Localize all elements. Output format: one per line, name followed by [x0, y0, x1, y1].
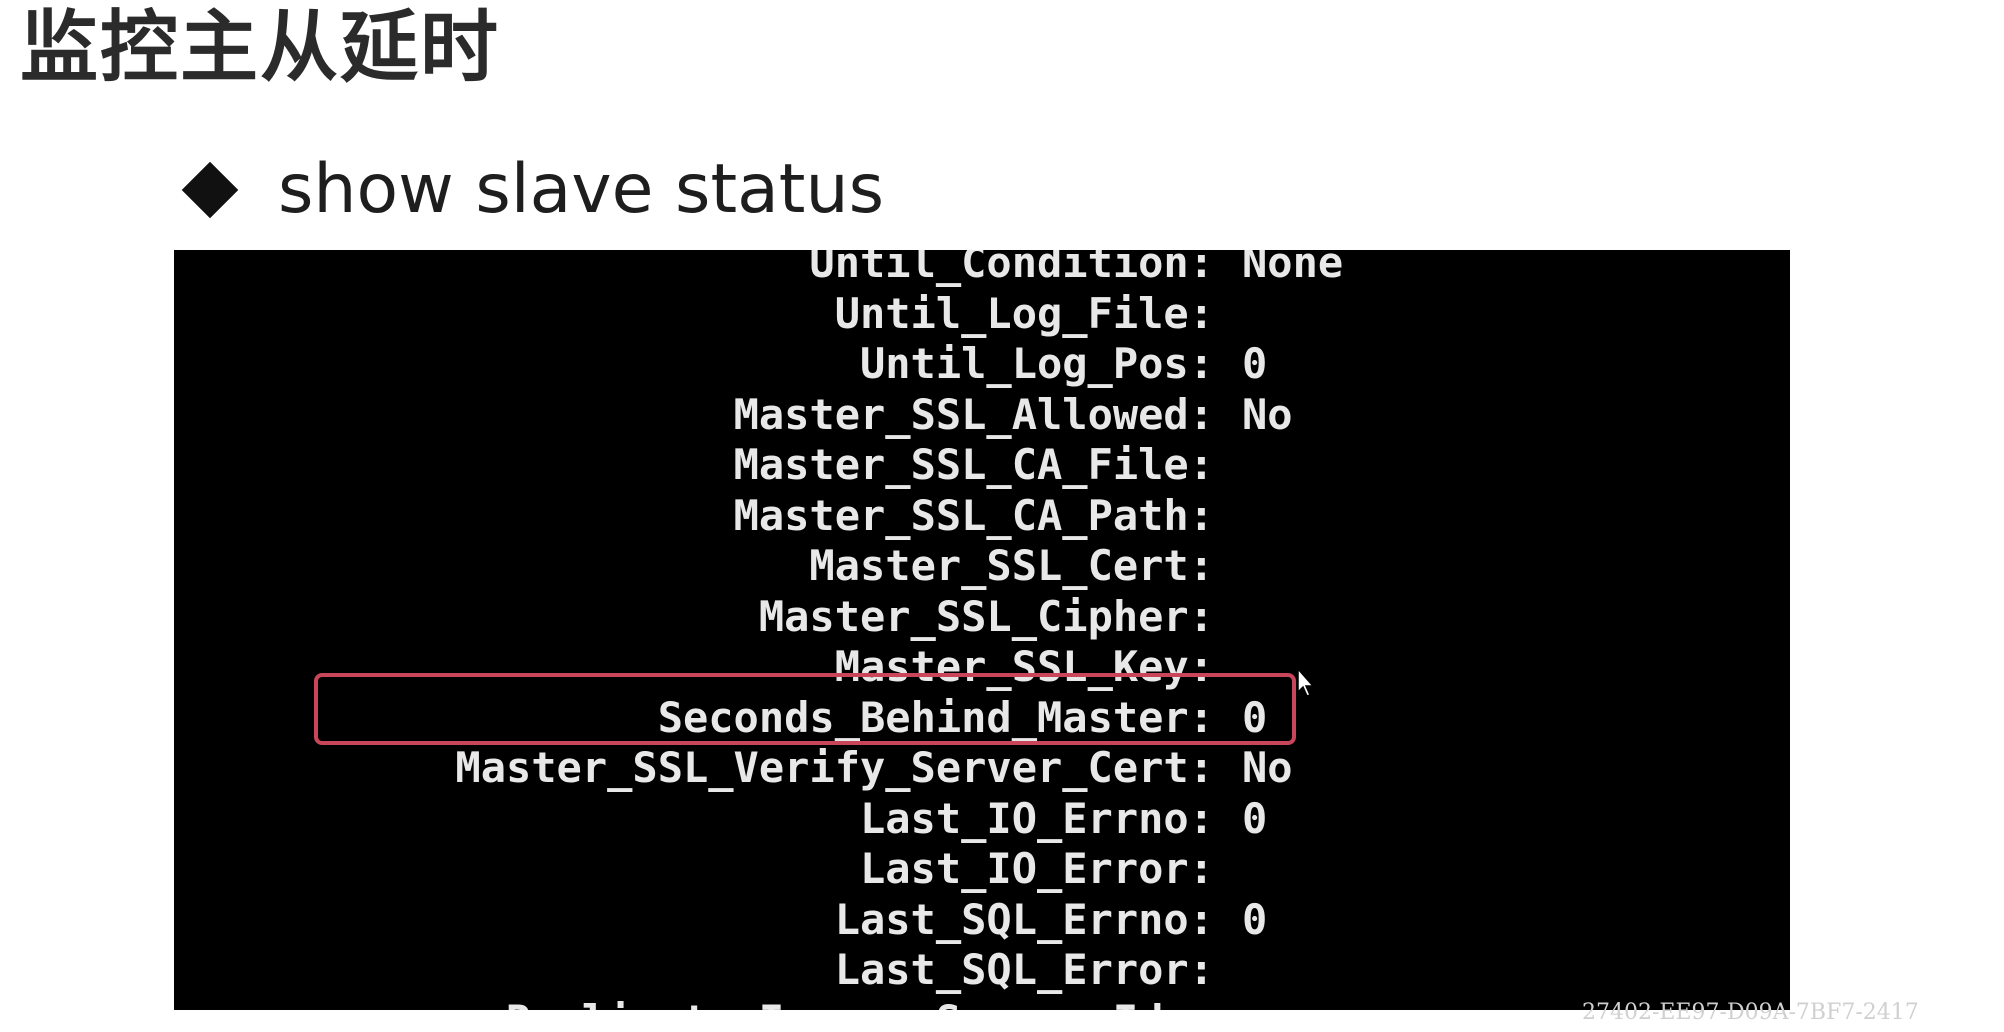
bullet-item: show slave status [178, 148, 884, 232]
terminal-line: Master_SSL_Cipher: [174, 592, 1790, 643]
status-field-name: Last_SQL_Error: [834, 945, 1214, 994]
status-field-name: Until_Log_File: [834, 288, 1214, 338]
status-field-name: Last_IO_Errno: [859, 793, 1214, 843]
status-field-value: No [1242, 389, 1293, 439]
mouse-cursor-icon [1297, 668, 1315, 697]
terminal-line: Until_Log_File: [174, 289, 1790, 340]
status-field-name: Master_SSL_Cert: [809, 541, 1214, 590]
status-field-name: Until_Condition: [809, 250, 1214, 287]
status-field-name: Master_SSL_CA_Path: [733, 490, 1214, 540]
terminal-line: Until_Condition: None [174, 250, 1790, 289]
terminal-line: Replicate_Ignore_Server_Ids: [174, 996, 1790, 1011]
terminal-lines: Until_Condition: None Until_Log_File: Until… [174, 250, 1790, 1010]
terminal-line: Last_SQL_Errno: 0 [174, 895, 1790, 946]
status-field-name: Master_SSL_Cipher: [758, 591, 1214, 641]
status-field-name: Last_IO_Error: [859, 844, 1214, 893]
status-field-name: Master_SSL_CA_File: [733, 440, 1214, 489]
status-field-value: No [1242, 743, 1293, 792]
status-field-name: Master_SSL_Verify_Server_Cert: [455, 743, 1214, 792]
status-field-value: 0 [1242, 793, 1268, 843]
slide-title: 监控主从延时 [20, 3, 501, 93]
terminal-line: Master_SSL_Key: [174, 642, 1790, 693]
terminal-line: Last_IO_Error: [174, 844, 1790, 895]
terminal-line: Master_SSL_Allowed: No [174, 390, 1790, 441]
diamond-bullet-icon [181, 161, 239, 219]
terminal-line: Seconds_Behind_Master: 0 [174, 693, 1790, 744]
bullet-text: show slave status [278, 150, 884, 229]
watermark: 27402-EE97-D09A-7BF7-2417 [1582, 1000, 1919, 1025]
terminal-line: Master_SSL_CA_Path: [174, 491, 1790, 542]
terminal-line: Master_SSL_Verify_Server_Cert: No [174, 743, 1790, 794]
status-field-name: Replicate_Ignore_Server_Ids: [506, 996, 1214, 1011]
status-field-name: Master_SSL_Key: [834, 642, 1214, 691]
status-field-value: 0 [1242, 692, 1268, 742]
status-field-name: Until_Log_Pos: [859, 339, 1214, 388]
terminal-output: Until_Condition: None Until_Log_File: Until… [174, 250, 1790, 1010]
terminal-line: Last_SQL_Error: [174, 945, 1790, 996]
status-field-value: None [1242, 250, 1344, 287]
terminal-line: Until_Log_Pos: 0 [174, 339, 1790, 390]
status-field-name: Master_SSL_Allowed: [733, 389, 1214, 439]
status-field-value: 0 [1242, 339, 1268, 388]
terminal-line: Master_SSL_Cert: [174, 541, 1790, 592]
terminal-line: Master_SSL_CA_File: [174, 440, 1790, 491]
status-field-value: 0 [1242, 894, 1268, 944]
terminal-line: Last_IO_Errno: 0 [174, 794, 1790, 845]
status-field-name: Last_SQL_Errno: [834, 894, 1214, 944]
status-field-name: Seconds_Behind_Master: [657, 692, 1214, 742]
